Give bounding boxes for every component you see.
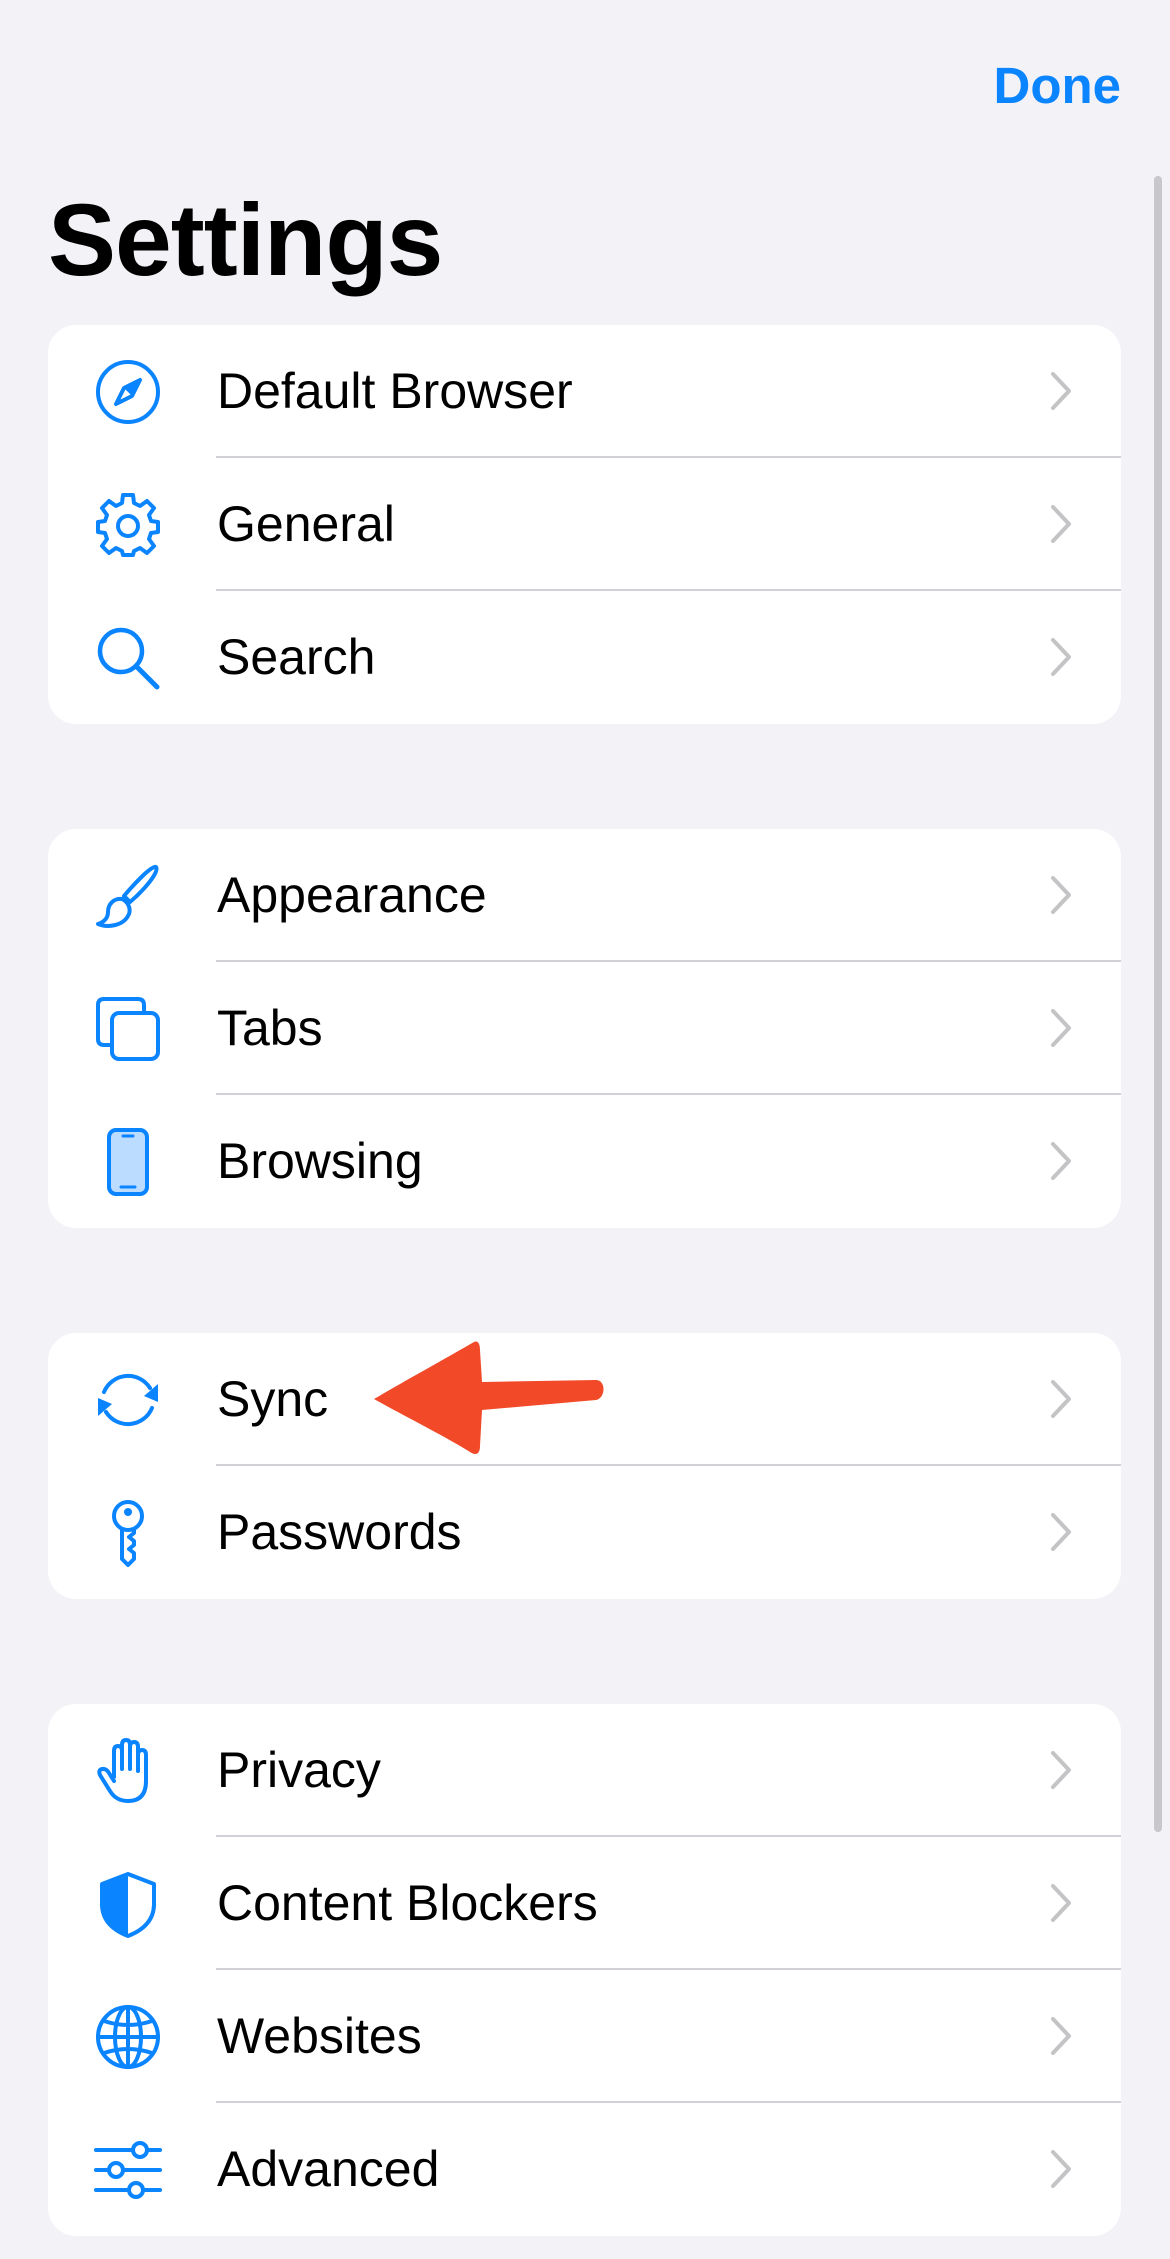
settings-row-label: Sync [217,1371,329,1427]
gear-icon [96,493,160,557]
settings-row-appearance[interactable]: Appearance [48,829,1121,962]
sync-icon [98,1373,158,1427]
chevron-right-icon [1051,2017,1071,2055]
chevron-right-icon [1051,2150,1071,2188]
settings-row-passwords[interactable]: Passwords [48,1466,1121,1599]
annotation-arrow-icon [374,1341,604,1454]
page-title: Settings [48,183,443,297]
settings-row-advanced[interactable]: Advanced [48,2103,1121,2236]
shield-icon [100,1872,156,1938]
chevron-right-icon [1051,1009,1071,1047]
settings-group-general: Default Browser General Search [48,325,1121,724]
settings-sheet: Done Settings Default Browser General Se… [0,0,1170,2259]
chevron-right-icon [1051,1380,1071,1418]
chevron-right-icon [1051,1884,1071,1922]
settings-row-websites[interactable]: Websites [48,1970,1121,2103]
settings-row-label: Privacy [217,1742,381,1798]
settings-row-default-browser[interactable]: Default Browser [48,325,1121,458]
settings-row-label: Appearance [217,867,487,923]
hand-icon [97,1738,148,1803]
scrollbar[interactable] [1154,176,1162,1832]
settings-row-privacy[interactable]: Privacy [48,1704,1121,1837]
chevron-right-icon [1051,1513,1071,1551]
chevron-right-icon [1051,876,1071,914]
key-icon [112,1500,144,1567]
settings-group-display: Appearance Tabs Browsing [48,829,1121,1228]
done-button[interactable]: Done [994,56,1122,116]
chevron-right-icon [1051,505,1071,543]
settings-group-privacy: Privacy Content Blockers Websites Advanc… [48,1704,1121,2236]
settings-row-label: General [217,496,395,552]
settings-row-label: Default Browser [217,363,573,419]
settings-row-label: Passwords [217,1504,462,1560]
globe-icon [96,2005,160,2069]
compass-icon [96,360,160,424]
settings-row-content-blockers[interactable]: Content Blockers [48,1837,1121,1970]
tabs-icon [96,997,160,1061]
settings-row-label: Content Blockers [217,1875,598,1931]
sliders-icon [94,2141,162,2199]
settings-row-label: Search [217,629,376,685]
settings-row-label: Tabs [217,1000,323,1056]
settings-row-search[interactable]: Search [48,591,1121,724]
settings-row-browsing[interactable]: Browsing [48,1095,1121,1228]
chevron-right-icon [1051,638,1071,676]
phone-icon [107,1128,149,1196]
settings-row-label: Browsing [217,1133,423,1189]
chevron-right-icon [1051,1142,1071,1180]
settings-row-general[interactable]: General [48,458,1121,591]
settings-row-tabs[interactable]: Tabs [48,962,1121,1095]
chevron-right-icon [1051,1751,1071,1789]
search-icon [97,627,160,690]
settings-row-label: Websites [217,2008,422,2064]
settings-row-label: Advanced [217,2141,440,2197]
paintbrush-icon [96,865,159,928]
chevron-right-icon [1051,372,1071,410]
